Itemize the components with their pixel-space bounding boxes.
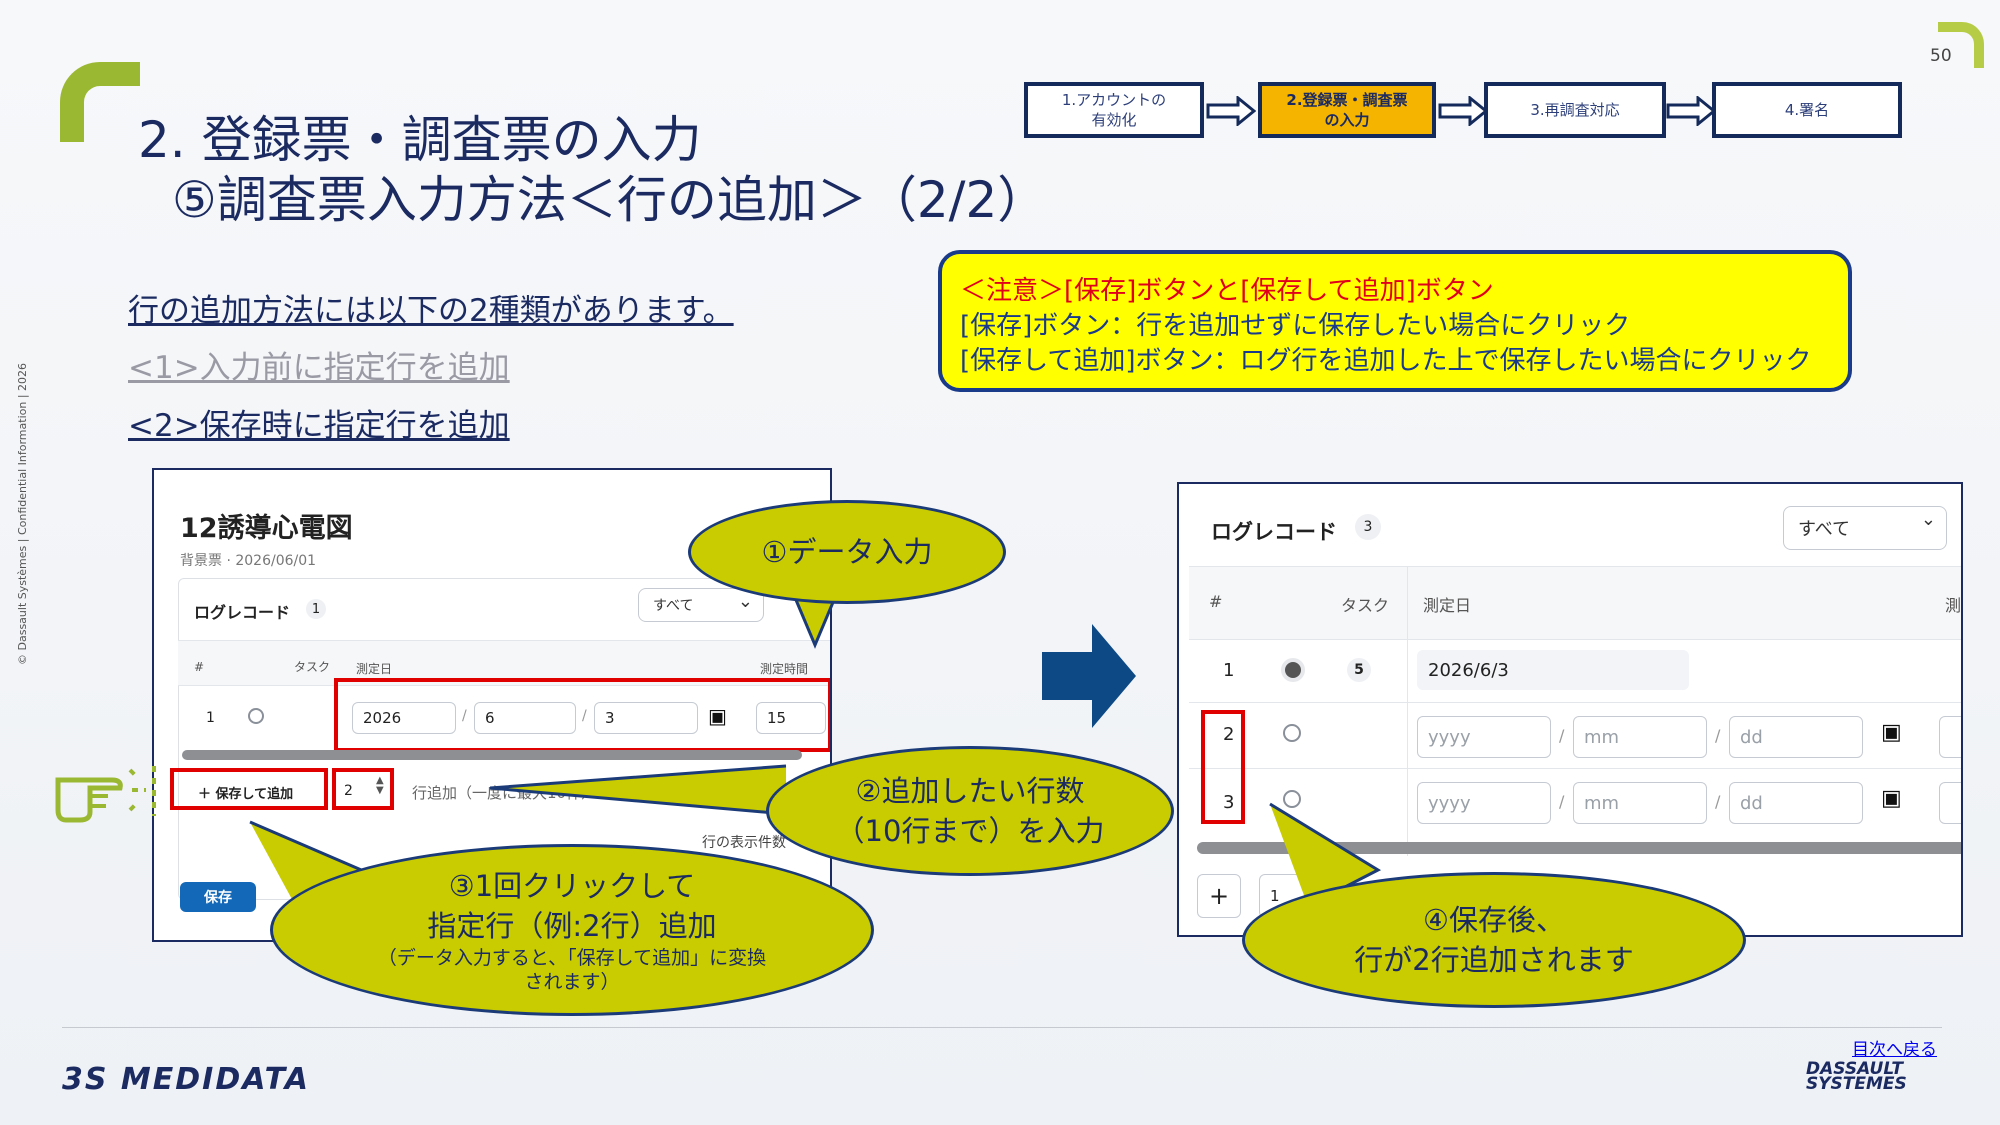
footer-divider	[62, 1027, 1942, 1028]
col-task: タスク	[1341, 596, 1390, 615]
col-task: タスク	[294, 660, 331, 674]
option-1-link[interactable]: <1>入力前に指定行を追加	[128, 342, 510, 387]
corner-bracket-decoration	[60, 62, 140, 142]
task-status-icon	[1281, 658, 1305, 682]
callout-text: ④保存後、	[1423, 903, 1565, 937]
step-arrow-icon	[1438, 96, 1488, 126]
step-3: 3.再調査対応	[1484, 82, 1666, 138]
form-title: 12誘導心電図	[180, 513, 353, 544]
page-number: 50	[1930, 46, 1952, 66]
col-date: 測定日	[356, 662, 393, 676]
task-count-badge: 5	[1347, 658, 1371, 682]
dassault-logo: DASSAULT SYSTEMES	[1806, 1061, 1907, 1094]
callout-text: （10行まで）を入力	[835, 814, 1105, 848]
notice-line-save-add: [保存して追加]ボタン：ログ行を追加した上で保存したい場合にクリック	[960, 346, 1812, 376]
callout-data-input: ①データ入力	[688, 500, 1006, 604]
notice-box: ＜注意＞[保存]ボタンと[保存して追加]ボタン [保存]ボタン：行を追加せずに保…	[938, 250, 1852, 392]
task-radio[interactable]	[1283, 724, 1301, 742]
task-radio[interactable]	[248, 708, 264, 724]
log-record-label: ログレコード	[194, 603, 291, 622]
log-record-label: ログレコード	[1211, 520, 1337, 544]
col-date: 測定日	[1423, 596, 1472, 615]
day-input[interactable]: dd	[1729, 716, 1863, 758]
date-value: 2026/6/3	[1417, 650, 1689, 690]
year-input[interactable]: yyyy	[1417, 716, 1551, 758]
step-arrow-icon	[1206, 96, 1256, 126]
notice-title: ＜注意＞[保存]ボタンと[保存して追加]ボタン	[960, 276, 1494, 306]
callout-note: されます）	[524, 971, 620, 993]
table-header	[1189, 566, 1961, 640]
step-2: 2.登録票・調査票 の入力	[1258, 82, 1436, 138]
callout-after-save: ④保存後、 行が2行追加されます	[1242, 872, 1746, 1008]
day-input[interactable]: dd	[1729, 782, 1863, 824]
log-count-badge: 3	[1355, 514, 1381, 540]
col-more: 測	[1945, 596, 1962, 615]
option-2-link[interactable]: <2>保存時に指定行を追加	[128, 400, 510, 445]
col-hash: #	[194, 660, 205, 674]
intro-heading: 行の追加方法には以下の2種類があります。	[128, 293, 734, 329]
callout-text: 指定行（例:2行）追加	[427, 909, 717, 943]
ds-logo-line2: SYSTEMES	[1806, 1074, 1907, 1094]
callout-text: ①データ入力	[761, 535, 933, 569]
horizontal-scrollbar[interactable]	[182, 750, 802, 760]
callout-text: ③1回クリックして	[448, 869, 696, 903]
display-count-label: 行の表示件数	[702, 835, 786, 851]
notice-line-save: [保存]ボタン：行を追加せずに保存したい場合にクリック	[960, 311, 1631, 341]
row-divider	[1189, 768, 1961, 769]
month-input[interactable]: mm	[1573, 782, 1707, 824]
row-count-highlight	[332, 768, 394, 810]
callout-row-count: ②追加したい行数 （10行まで）を入力	[766, 746, 1174, 876]
step-arrow-icon	[1666, 96, 1716, 126]
callout-text: ②追加したい行数	[855, 774, 1085, 808]
log-count-badge: 1	[306, 599, 326, 619]
pointing-hand-icon	[55, 766, 156, 823]
callout-click-add: ③1回クリックして 指定行（例:2行）追加 （データ入力すると、「保存して追加」…	[270, 844, 874, 1016]
data-input-highlight	[334, 678, 830, 752]
step-4: 4.署名	[1712, 82, 1902, 138]
confidential-notice: © Dassault Systèmes | Confidential Infor…	[16, 362, 29, 665]
callout-tail	[490, 764, 787, 816]
step-1: 1.アカウントの 有効化	[1024, 82, 1204, 138]
toc-link[interactable]: 目次へ戻る	[1852, 1035, 1937, 1060]
calendar-icon[interactable]: ▣	[1881, 720, 1902, 745]
month-input[interactable]: mm	[1573, 716, 1707, 758]
form-subtitle: 背景票 · 2026/06/01	[180, 553, 317, 569]
row-number: 1	[206, 710, 215, 726]
save-add-highlight	[170, 768, 328, 810]
time-input[interactable]	[1939, 716, 1961, 758]
transition-arrow-icon	[1042, 624, 1136, 728]
year-input[interactable]: yyyy	[1417, 782, 1551, 824]
row-divider	[1189, 702, 1961, 703]
add-row-button[interactable]: +	[1197, 874, 1241, 918]
added-rows-highlight	[1201, 710, 1245, 824]
col-time: 測定時間	[760, 662, 809, 676]
calendar-icon[interactable]: ▣	[1881, 786, 1902, 811]
callout-note: （データ入力すると、「保存して追加」に変換	[377, 947, 767, 969]
callout-text: 行が2行追加されます	[1354, 943, 1634, 977]
col-hash: #	[1209, 592, 1223, 611]
column-divider	[1407, 566, 1408, 856]
filter-select[interactable]: すべて	[1783, 506, 1947, 550]
medidata-logo: 3S MEDIDATA	[62, 1062, 310, 1097]
time-input[interactable]	[1939, 782, 1961, 824]
filter-select[interactable]: すべて	[638, 588, 764, 622]
page-subtitle: ⑤調査票入力方法＜行の追加＞（2/2）	[172, 171, 1048, 229]
row-number: 1	[1223, 660, 1235, 681]
